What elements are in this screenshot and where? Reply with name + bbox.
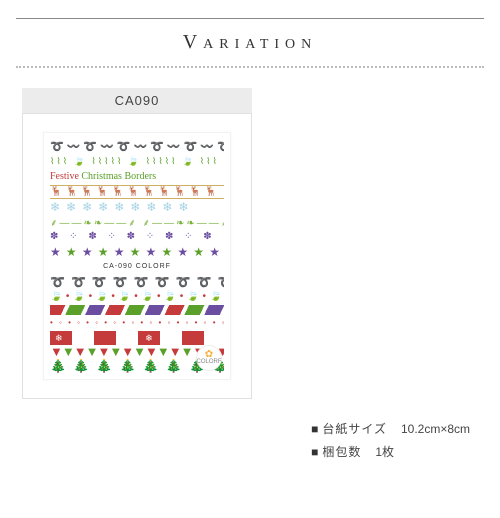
header-top-rule — [16, 18, 484, 19]
border-beads: • ◦ • ◦ • ◦ • ◦ • ◦ • ◦ • ◦ • ◦ • ◦ • ◦ … — [50, 316, 224, 330]
border-snowflakes: ❄❄❄❄❄❄❄❄❄ — [50, 200, 224, 214]
square-bullet-icon: ■ — [311, 422, 318, 436]
variation-title: Variation — [16, 31, 484, 54]
border-festive-text: Festive Christmas Borders — [50, 170, 224, 184]
sticker-sheet: ➰〰️➰〰️➰〰️➰〰️➰〰️➰〰️➰ ⌇⌇⌇ 🍃 ⌇⌇⌇⌇⌇ 🍃 ⌇⌇⌇⌇⌇ … — [43, 132, 231, 380]
flower-icon: ✿ — [205, 351, 213, 359]
festive-word-2: Christmas Borders — [81, 171, 156, 182]
spec-value: 10.2cm×8cm — [401, 422, 470, 436]
square-bullet-icon: ■ — [311, 445, 318, 459]
spec-value: 1枚 — [375, 445, 394, 459]
border-candy-stripe — [50, 305, 224, 315]
sheet-code-line: CA-090 COLORF — [50, 260, 224, 274]
border-stars: ★★★★★★★★★★★ — [50, 245, 224, 259]
festive-word-1: Festive — [50, 171, 79, 182]
product-code-bar: CA090 — [22, 88, 252, 113]
product-card: CA090 ➰〰️➰〰️➰〰️➰〰️➰〰️➰〰️➰ ⌇⌇⌇ 🍃 ⌇⌇⌇⌇⌇ 🍃 … — [22, 88, 252, 399]
border-swirl: ➰〰️➰〰️➰〰️➰〰️➰〰️➰〰️➰ — [50, 140, 224, 154]
border-vine: ⌇⌇⌇ 🍃 ⌇⌇⌇⌇⌇ 🍃 ⌇⌇⌇⌇⌇ 🍃 ⌇⌇⌇ — [50, 155, 224, 169]
variation-header: Variation — [0, 18, 500, 68]
spec-row-size: ■ 台紙サイズ 10.2cm×8cm — [311, 418, 470, 441]
brand-badge-text: COLORF — [197, 359, 222, 365]
product-image-frame: ➰〰️➰〰️➰〰️➰〰️➰〰️➰〰️➰ ⌇⌇⌇ 🍃 ⌇⌇⌇⌇⌇ 🍃 ⌇⌇⌇⌇⌇ … — [22, 113, 252, 399]
spec-list: ■ 台紙サイズ 10.2cm×8cm ■ 梱包数 1枚 — [311, 418, 470, 464]
spec-label: 台紙サイズ — [322, 418, 387, 441]
spec-label: 梱包数 — [322, 441, 361, 464]
header-dotted-rule — [16, 66, 484, 68]
border-reindeer: 🦌🦌🦌🦌🦌🦌🦌🦌🦌🦌🦌 — [50, 185, 224, 199]
border-spirals: ➰➰➰➰➰➰➰➰➰ — [50, 275, 224, 289]
border-holly: 🍃•🍃•🍃•🍃•🍃•🍃•🍃•🍃 — [50, 290, 224, 304]
border-floral: ✽ ⁘ ✽ ⁘ ✽ ⁘ ✽ ⁘ ✽ ⁘ ✽ — [50, 230, 224, 244]
spec-row-qty: ■ 梱包数 1枚 — [311, 441, 470, 464]
border-flourish: ⸙——❧❧——⸙ ⸙——❧❧——⸙ — [50, 215, 224, 229]
border-knit — [50, 331, 224, 345]
brand-badge: ✿ COLORF — [196, 345, 222, 371]
